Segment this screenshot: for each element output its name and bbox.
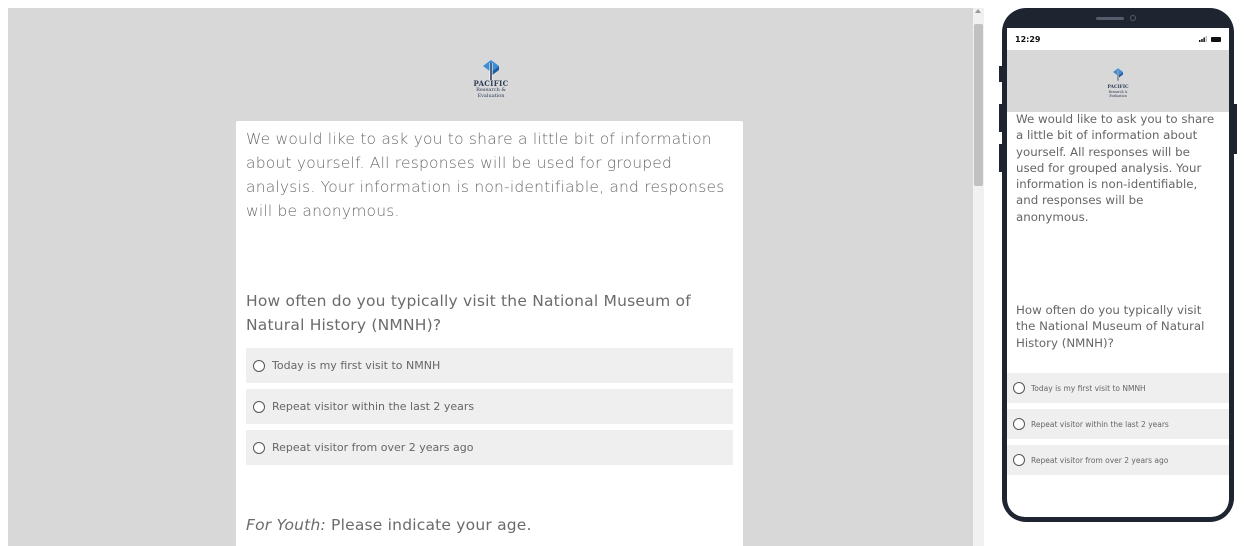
phone-camera: [1130, 15, 1136, 21]
signal-icon: [1199, 36, 1207, 42]
logo-line-1: PACIFIC: [473, 79, 509, 88]
phone-visit-frequency-options: Today is my first visit to NMNH Repeat v…: [1007, 373, 1229, 481]
phone-preview: 12:29 PACIFIC Research & Evaluation We w…: [999, 8, 1237, 522]
logo-line-3: Evaluation: [477, 93, 505, 99]
option-label: Repeat visitor within the last 2 years: [1031, 419, 1169, 429]
logo-icon: [1113, 68, 1123, 81]
phone-intro-text: We would like to ask you to share a litt…: [1016, 112, 1215, 224]
radio-icon[interactable]: [253, 441, 265, 454]
radio-icon[interactable]: [1013, 418, 1025, 430]
logo-line-3: Evaluation: [1109, 94, 1127, 98]
radio-icon[interactable]: [1013, 454, 1025, 466]
youth-text: Please indicate your age.: [325, 516, 532, 534]
phone-header: PACIFIC Research & Evaluation: [1007, 50, 1229, 112]
phone-button: [999, 144, 1002, 172]
option-label: Repeat visitor within the last 2 years: [272, 400, 475, 413]
youth-prefix: For Youth:: [246, 516, 326, 534]
phone-option-repeat-within-2-years[interactable]: Repeat visitor within the last 2 years: [1007, 409, 1229, 439]
phone-button: [999, 66, 1002, 82]
youth-age-question: For Youth: Please indicate your age.: [246, 516, 532, 534]
pacific-logo-small: PACIFIC Research & Evaluation: [1102, 66, 1134, 98]
status-icons: [1199, 36, 1221, 42]
radio-icon[interactable]: [253, 359, 265, 372]
intro-text: We would like to ask you to share a litt…: [246, 130, 725, 220]
radio-icon[interactable]: [253, 400, 265, 413]
phone-option-repeat-over-2-years[interactable]: Repeat visitor from over 2 years ago: [1007, 445, 1229, 475]
pacific-logo: PACIFIC Research & Evaluation: [461, 60, 521, 99]
option-label: Today is my first visit to NMNH: [1031, 383, 1146, 393]
phone-speaker: [1096, 17, 1124, 20]
visit-frequency-question: How often do you typically visit the Nat…: [246, 292, 691, 334]
phone-button: [1234, 104, 1237, 154]
scrollbar[interactable]: [973, 8, 984, 546]
phone-button: [999, 104, 1002, 132]
scroll-up-arrow-icon[interactable]: [975, 9, 981, 13]
phone-visit-frequency-question: How often do you typically visit the Nat…: [1016, 303, 1205, 350]
survey-card: We would like to ask you to share a litt…: [236, 121, 743, 546]
option-label: Today is my first visit to NMNH: [272, 359, 441, 372]
scrollbar-thumb[interactable]: [974, 24, 983, 186]
logo-icon: [483, 60, 499, 80]
option-label: Repeat visitor from over 2 years ago: [1031, 455, 1169, 465]
phone-option-first-visit[interactable]: Today is my first visit to NMNH: [1007, 373, 1229, 403]
option-label: Repeat visitor from over 2 years ago: [272, 441, 474, 454]
battery-icon: [1211, 36, 1221, 42]
option-repeat-over-2-years[interactable]: Repeat visitor from over 2 years ago: [246, 430, 733, 465]
option-first-visit[interactable]: Today is my first visit to NMNH: [246, 348, 733, 383]
desktop-preview: PACIFIC Research & Evaluation We would l…: [8, 8, 973, 546]
visit-frequency-options: Today is my first visit to NMNH Repeat v…: [246, 348, 733, 471]
radio-icon[interactable]: [1013, 382, 1025, 394]
status-time: 12:29: [1015, 34, 1041, 44]
status-bar: 12:29: [1007, 28, 1229, 50]
option-repeat-within-2-years[interactable]: Repeat visitor within the last 2 years: [246, 389, 733, 424]
